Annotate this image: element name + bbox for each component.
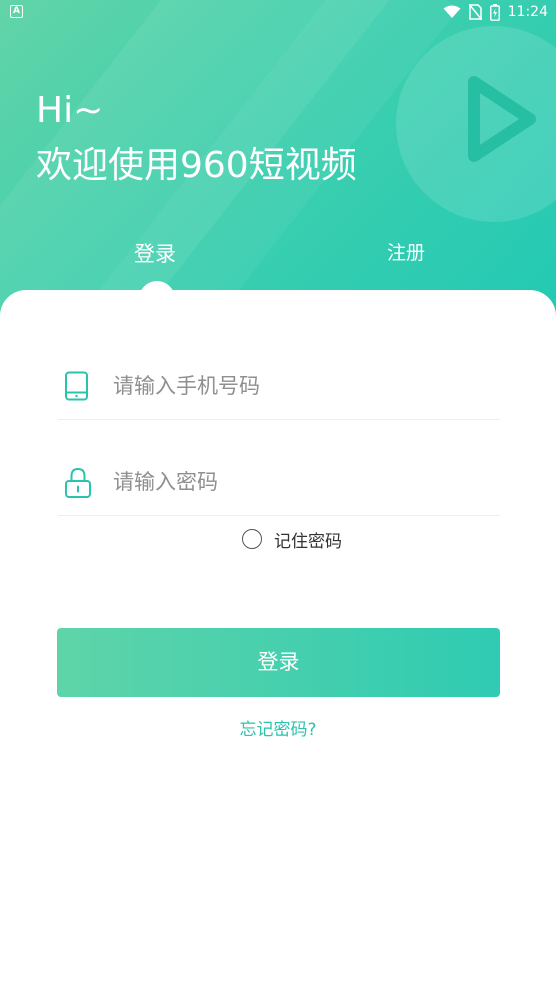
app-notification-icon: A xyxy=(10,5,23,18)
welcome-title: 欢迎使用960短视频 xyxy=(36,145,357,186)
status-bar: A 11:24 xyxy=(0,0,556,24)
battery-icon xyxy=(489,3,500,21)
tab-register[interactable]: 注册 xyxy=(356,238,456,268)
forgot-password-link[interactable]: 忘记密码? xyxy=(178,716,378,744)
clock: 11:24 xyxy=(507,4,548,20)
password-input[interactable] xyxy=(113,462,483,502)
phone-input[interactable] xyxy=(113,366,483,406)
remember-password-label: 记住密码 xyxy=(274,531,342,552)
wifi-icon xyxy=(443,5,461,18)
play-icon xyxy=(468,76,536,162)
phone-field xyxy=(58,352,500,420)
password-field xyxy=(58,448,500,516)
login-button[interactable]: 登录 xyxy=(57,628,500,697)
remember-password-checkbox[interactable]: 记住密码 xyxy=(242,525,342,553)
tab-login[interactable]: 登录 xyxy=(105,238,205,270)
lock-icon xyxy=(65,467,91,498)
tablet-icon xyxy=(65,371,88,401)
radio-button[interactable] xyxy=(242,529,262,549)
no-sim-icon xyxy=(468,4,482,20)
greeting-text: Hi~ xyxy=(36,90,104,131)
header-banner: A 11:24 Hi~ 欢迎使用960短视频 登录 注册 xyxy=(0,0,556,330)
